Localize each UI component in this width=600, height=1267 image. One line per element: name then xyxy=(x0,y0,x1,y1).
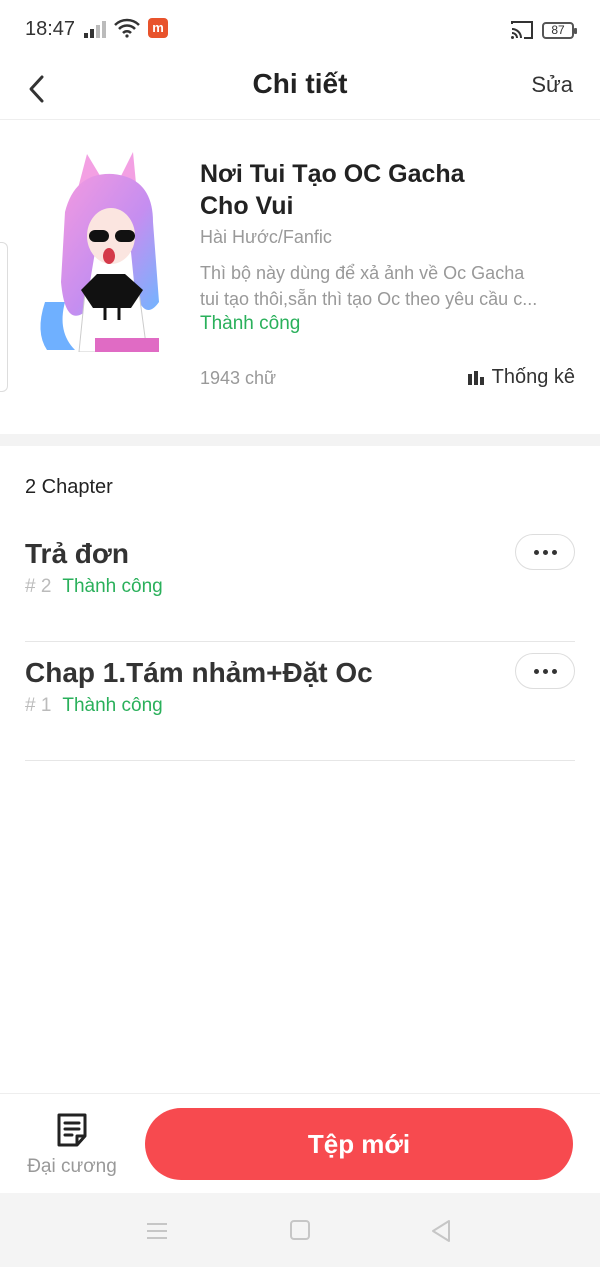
story-title: Nơi Tui Tạo OC Gacha Cho Vui xyxy=(200,160,465,220)
home-square-icon[interactable] xyxy=(285,1217,315,1245)
signal-icon xyxy=(84,20,106,38)
chapter-row[interactable]: Chap 1.Tám nhảm+Đặt Oc # 1 Thành công xyxy=(25,643,575,761)
nav-bar: Chi tiết Sửa xyxy=(0,60,600,120)
back-triangle-icon[interactable] xyxy=(427,1217,457,1245)
chapter-number: # 1 xyxy=(25,695,52,716)
chapter-meta: # 2 Thành công xyxy=(25,576,163,598)
chapter-row[interactable]: Trả đơn # 2 Thành công xyxy=(25,524,575,642)
bottom-action-bar: Đại cương Tệp mới xyxy=(0,1093,600,1193)
system-nav-bar xyxy=(0,1193,600,1267)
battery-icon: 87 xyxy=(542,21,577,39)
outline-label: Đại cương xyxy=(27,1156,117,1177)
story-cover-image[interactable] xyxy=(35,152,165,352)
story-description: Thì bộ này dùng để xả ảnh về Oc Gacha tu… xyxy=(200,260,575,312)
cast-icon xyxy=(511,21,533,39)
wifi-icon xyxy=(114,18,140,38)
more-dots-icon xyxy=(533,668,539,674)
story-description-line: Thì bộ này dùng để xả ảnh về Oc Gacha xyxy=(200,263,525,283)
status-bar: 18:47 m 87 xyxy=(0,0,600,60)
bar-chart-icon xyxy=(467,370,484,385)
status-time: 18:47 xyxy=(25,18,76,40)
story-card: Nơi Tui Tạo OC Gacha Cho Vui Hài Hước/Fa… xyxy=(0,120,600,434)
chapter-count: 2 Chapter xyxy=(25,476,113,498)
more-dots-icon xyxy=(533,549,539,555)
new-file-button[interactable]: Tệp mới xyxy=(145,1108,573,1180)
chapter-status: Thành công xyxy=(62,695,163,716)
chapter-title: Trả đơn xyxy=(25,538,129,569)
chapter-more-button[interactable] xyxy=(515,653,575,689)
document-icon xyxy=(57,1113,87,1147)
app-notification-icon: m xyxy=(148,18,168,38)
menu-icon[interactable] xyxy=(142,1217,172,1245)
stats-button[interactable]: Thống kê xyxy=(467,366,575,389)
side-drawer-handle[interactable] xyxy=(0,242,8,392)
word-count: 1943 chữ xyxy=(200,368,277,388)
page-title: Chi tiết xyxy=(252,68,348,99)
outline-button[interactable]: Đại cương xyxy=(22,1112,122,1182)
story-genre: Hài Hước/Fanfic xyxy=(200,227,332,247)
chapter-status: Thành công xyxy=(62,576,163,597)
story-status: Thành công xyxy=(200,313,301,334)
story-description-line: tui tạo thôi,sẵn thì tạo Oc theo yêu cầu… xyxy=(200,289,538,309)
section-divider xyxy=(0,434,600,446)
chapter-more-button[interactable] xyxy=(515,534,575,570)
edit-button[interactable]: Sửa xyxy=(531,72,573,98)
chapter-meta: # 1 Thành công xyxy=(25,695,163,717)
stats-label: Thống kê xyxy=(491,366,575,388)
status-icons-right: 87 xyxy=(510,20,577,40)
chapter-number: # 2 xyxy=(25,576,52,597)
chapter-title: Chap 1.Tám nhảm+Đặt Oc xyxy=(25,657,373,688)
status-icons-left: m xyxy=(84,18,168,38)
